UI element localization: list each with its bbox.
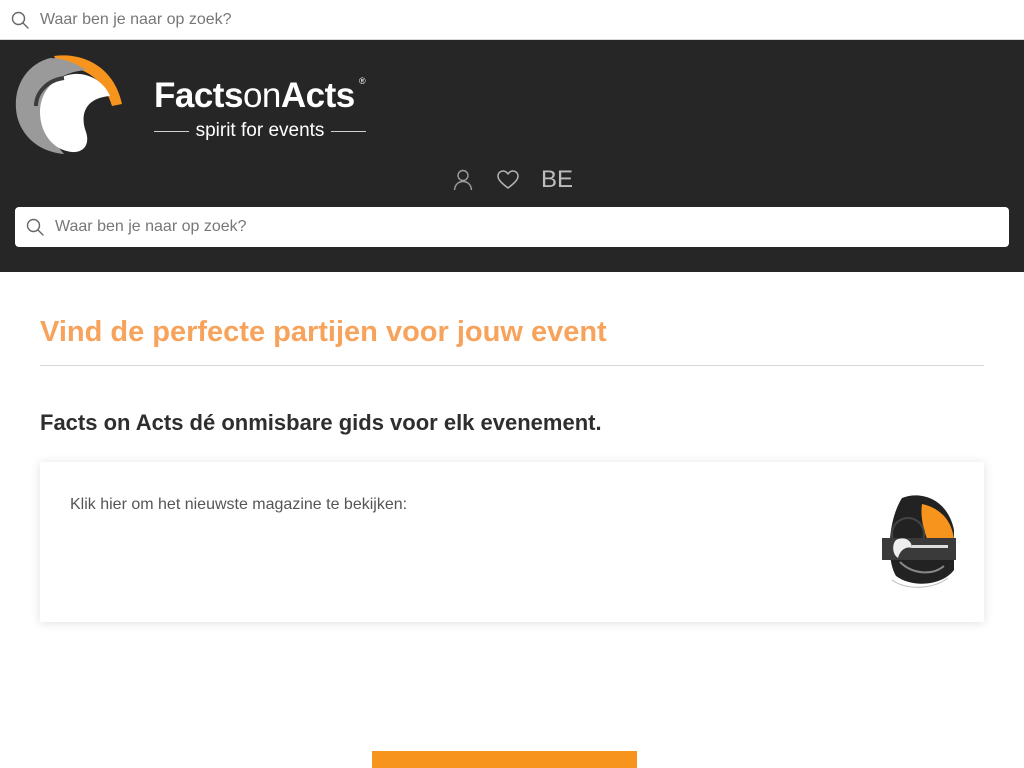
registered-mark: ® bbox=[359, 76, 366, 86]
main-search-input[interactable] bbox=[55, 207, 995, 247]
main-search-bar bbox=[15, 207, 1009, 247]
search-icon bbox=[26, 218, 44, 236]
orange-cta-button[interactable] bbox=[372, 751, 637, 768]
tagline-divider bbox=[154, 130, 189, 132]
magazine-card: Klik hier om het nieuwste magazine te be… bbox=[40, 462, 984, 622]
magazine-card-text: Klik hier om het nieuwste magazine te be… bbox=[70, 496, 408, 513]
site-header: FactsonActs ® spirit for events BE bbox=[0, 40, 1024, 272]
brand-logo[interactable]: FactsonActs ® spirit for events bbox=[154, 76, 374, 141]
header-actions: BE bbox=[450, 164, 573, 196]
top-search-input[interactable] bbox=[40, 0, 1010, 39]
language-selector[interactable]: BE bbox=[541, 166, 573, 194]
headline-divider bbox=[40, 365, 984, 366]
page-subheadline: Facts on Acts dé onmisbare gids voor elk… bbox=[40, 410, 602, 435]
page-headline: Vind de perfecte partijen voor jouw even… bbox=[40, 316, 607, 348]
tagline-divider bbox=[331, 130, 367, 132]
top-search-bar bbox=[0, 0, 1024, 40]
user-icon[interactable] bbox=[450, 167, 476, 193]
brand-name: FactsonActs bbox=[154, 76, 355, 115]
brand-tagline: spirit for events bbox=[154, 120, 367, 142]
search-icon bbox=[11, 11, 29, 29]
logo-mark-icon[interactable] bbox=[14, 54, 124, 158]
magazine-cover-thumbnail[interactable] bbox=[882, 490, 956, 594]
heart-icon[interactable] bbox=[495, 167, 521, 193]
